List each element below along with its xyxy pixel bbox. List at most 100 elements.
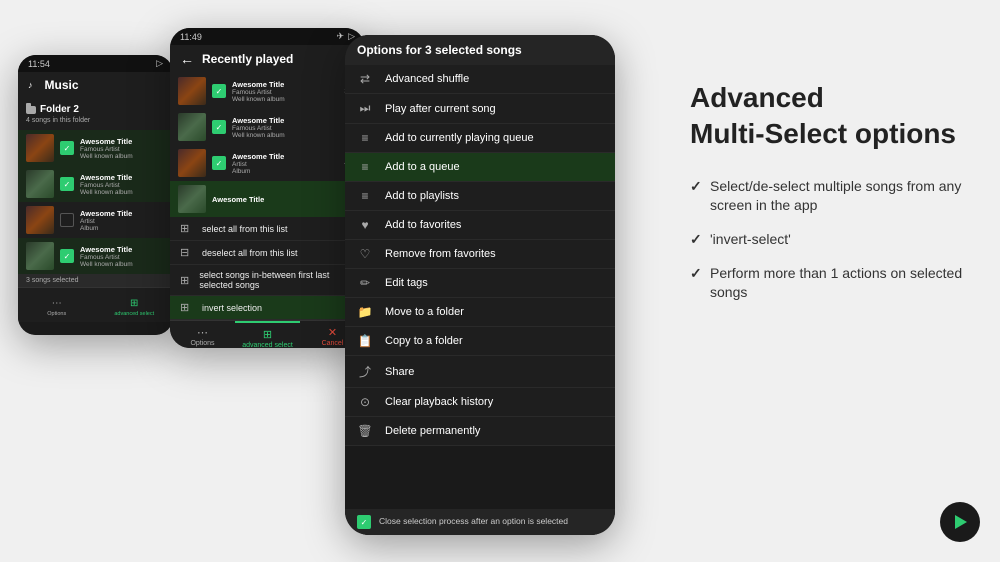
p2-advanced-icon: ⊞ [237, 328, 298, 341]
p1-music-icon: ♪ [28, 80, 33, 90]
p1-folder-icon [26, 106, 36, 114]
p1-folder-sub: 4 songs in this folder [26, 117, 165, 124]
p1-song-artist-2: Famous Artist [80, 182, 165, 189]
p3-close-option[interactable]: Close selection process after an option … [345, 509, 615, 535]
p2-back-btn[interactable]: ← [180, 51, 194, 67]
right-panel-title: AdvancedMulti-Select options [690, 80, 970, 153]
p1-song-item-1[interactable]: Awesome Title Famous Artist Well known a… [18, 130, 173, 166]
p1-tab-options[interactable]: ⋯ Options [18, 291, 96, 319]
p3-menu-advanced-shuffle[interactable]: ⇄ Advanced shuffle [345, 65, 615, 94]
p2-ms-item-4[interactable]: ⊞ invert selection [170, 296, 365, 320]
p2-info-3: Awesome Title Artist Album [232, 152, 338, 175]
p2-ms-icon-4: ⊞ [180, 301, 194, 314]
p2-advanced-btn[interactable]: ⊞ advanced select [235, 321, 300, 348]
p3-menu-remove-fav[interactable]: ♡ Remove from favorites [345, 240, 615, 269]
p3-menu-delete[interactable]: 🗑 Delete permanently [345, 417, 615, 446]
p3-history-icon: ⊙ [357, 395, 373, 409]
p2-multiselect-menu: ⊞ select all from this list ⊟ deselect a… [170, 217, 365, 320]
p3-menu-move-folder[interactable]: 📁 Move to a folder [345, 298, 615, 327]
p1-song-name-1: Awesome Title [80, 137, 165, 146]
p1-advanced-icon: ⊞ [130, 298, 138, 309]
p2-selected-info: Awesome Title [212, 195, 357, 204]
p2-song-3[interactable]: Awesome Title Artist Album 4:49 [170, 145, 365, 181]
p3-heart-fill-icon: ♥ [357, 218, 373, 232]
p1-thumb-3 [26, 206, 54, 234]
p3-edit-icon: ✏ [357, 276, 373, 290]
p3-menu-list: ⇄ Advanced shuffle ⏭ Play after current … [345, 65, 615, 509]
p1-song-item-4[interactable]: Awesome Title Famous Artist Well known a… [18, 238, 173, 274]
p1-bottom-tabs: ⋯ Options ⊞ advanced select [18, 287, 173, 322]
feature-item-2: 'invert-select' [690, 230, 970, 250]
p1-folder-name: Folder 2 [40, 104, 79, 115]
p2-options-icon: ⋯ [172, 326, 233, 339]
p1-song-item-2[interactable]: Awesome Title Famous Artist Well known a… [18, 166, 173, 202]
p1-tab-advanced[interactable]: ⊞ advanced select [96, 291, 174, 319]
p2-options-btn[interactable]: ⋯ Options [170, 321, 235, 348]
p3-add-queue-icon: ≡ [357, 131, 373, 145]
p2-song-2[interactable]: Awesome Title Famous Artist Well known a… [170, 109, 365, 145]
p2-thumb-3 [178, 149, 206, 177]
p3-menu-play-after[interactable]: ⏭ Play after current song [345, 94, 615, 124]
p2-check-3 [212, 156, 226, 170]
p3-options-header: Options for 3 selected songs [345, 35, 615, 65]
p3-copy-folder-icon: 📋 [357, 334, 373, 348]
p2-status-bar: 11:49 ✈ ▷ [170, 28, 365, 45]
p2-ms-icon-2: ⊟ [180, 246, 194, 259]
p2-time: 11:49 [180, 32, 202, 42]
p1-check-4 [60, 249, 74, 263]
p2-info-2: Awesome Title Famous Artist Well known a… [232, 116, 339, 139]
p2-header-title: Recently played [202, 52, 338, 66]
app-play-icon[interactable] [940, 502, 980, 542]
p3-menu-playlists[interactable]: ≡ Add to playlists [345, 182, 615, 211]
p2-ms-icon-3: ⊞ [180, 274, 191, 287]
p3-menu-copy-folder[interactable]: 📋 Copy to a folder [345, 327, 615, 356]
p1-song-album-2: Well known album [80, 189, 165, 196]
p1-song-name-2: Awesome Title [80, 173, 165, 182]
feature-list: Select/de-select multiple songs from any… [690, 177, 970, 303]
p1-header-title: Music [45, 78, 164, 92]
p1-song-artist-4: Famous Artist [80, 254, 165, 261]
p1-song-album-3: Album [80, 225, 165, 232]
p1-thumb-2 [26, 170, 54, 198]
p2-ms-item-3[interactable]: ⊞ select songs in-between first last sel… [170, 265, 365, 296]
p3-close-checkbox [357, 515, 371, 529]
p2-thumb-1 [178, 77, 206, 105]
p2-ms-item-2[interactable]: ⊟ deselect all from this list [170, 241, 365, 265]
p3-add-queue2-icon: ≡ [357, 160, 373, 174]
p2-ms-item-1[interactable]: ⊞ select all from this list [170, 217, 365, 241]
p1-song-album-4: Well known album [80, 261, 165, 268]
p1-time: 11:54 [28, 59, 50, 69]
feature-item-1: Select/de-select multiple songs from any… [690, 177, 970, 216]
phone-1: 11:54 ▷ ♪ Music Folder 2 4 songs in this… [18, 55, 173, 335]
p2-airplane-icon: ✈ [337, 31, 345, 42]
p1-thumb-1 [26, 134, 54, 162]
p2-song-1[interactable]: Awesome Title Famous Artist Well known a… [170, 73, 365, 109]
p1-check-2 [60, 177, 74, 191]
p2-ms-icon-1: ⊞ [180, 222, 194, 235]
p3-menu-edit-tags[interactable]: ✏ Edit tags [345, 269, 615, 298]
p3-menu-add-queue[interactable]: ≡ Add to currently playing queue [345, 124, 615, 153]
p1-thumb-4 [26, 242, 54, 270]
p2-check-1 [212, 84, 226, 98]
p3-close-option-text: Close selection process after an option … [379, 516, 568, 527]
p2-selected-song[interactable]: Awesome Title [170, 181, 365, 217]
p1-song-name-4: Awesome Title [80, 245, 165, 254]
right-panel: AdvancedMulti-Select options Select/de-s… [690, 80, 970, 317]
p3-delete-icon: 🗑 [357, 424, 373, 438]
p2-header: ← Recently played ✕ [170, 45, 365, 73]
p1-header: ♪ Music [18, 72, 173, 98]
p2-thumb-2 [178, 113, 206, 141]
p3-menu-add-fav[interactable]: ♥ Add to favorites [345, 211, 615, 240]
p1-song-item-3[interactable]: Awesome Title Artist Album [18, 202, 173, 238]
p3-play-after-icon: ⏭ [357, 101, 373, 116]
p1-folder-header: Folder 2 4 songs in this folder [18, 98, 173, 130]
p3-menu-share[interactable]: ⤴ Share [345, 356, 615, 388]
p3-playlists-icon: ≡ [357, 189, 373, 203]
p3-move-folder-icon: 📁 [357, 305, 373, 319]
p1-play-icon: ▷ [156, 58, 163, 69]
p3-menu-clear-history[interactable]: ⊙ Clear playback history [345, 388, 615, 417]
p1-song-album-1: Well known album [80, 153, 165, 160]
p3-menu-add-queue-2[interactable]: ≡ Add to a queue [345, 153, 615, 182]
p1-selected-count: 3 songs selected [18, 274, 173, 287]
p3-heart-empty-icon: ♡ [357, 247, 373, 261]
